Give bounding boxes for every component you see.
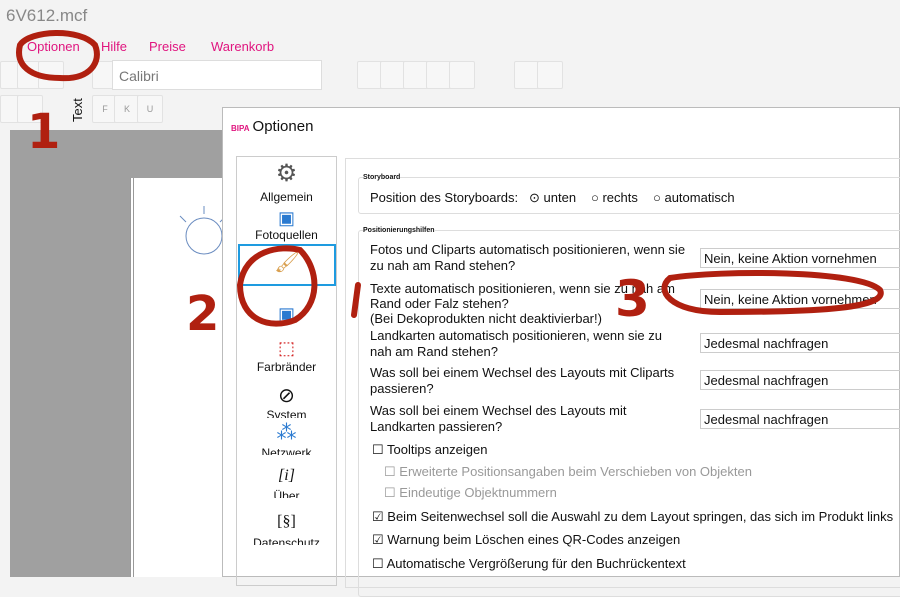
checkbox-objektnummern[interactable]: ☐ Eindeutige Objektnummern [384,485,557,501]
sidebar-label: Über [273,489,300,498]
setting-question: Was soll bei einem Wechsel des Layouts m… [370,365,674,397]
sidebar-label: Datenschutz [253,536,320,545]
globe-button[interactable] [537,61,563,89]
options-sidebar: ⚙ Allgemein ▣ Fotoquellen 🖌 ▣ ⬚ Farbränder … [236,156,337,586]
underline-button[interactable]: U [137,95,163,123]
setting-select[interactable]: Jedesmal nachfragen [700,333,900,353]
q-line: (Bei Dekoprodukten nicht deaktivierbar!) [370,311,602,326]
bipa-logo: BIPA [231,124,250,133]
sidebar-label: Fotoquellen [255,228,318,242]
text-tab[interactable]: Text [70,98,85,122]
menu-preise[interactable]: Preise [149,39,186,54]
q-line: Was soll bei einem Wechsel des Layouts m… [370,365,675,380]
sidebar-item-netzwerk[interactable]: ⁂ Netzwerk [237,419,336,455]
info-icon: [i] [278,467,295,484]
font-select[interactable]: Calibri [112,60,322,90]
sidebar-item-datenschutz[interactable]: [§] Datenschutz [237,507,336,545]
checkbox-label: Erweiterte Positionsangaben beim Verschi… [399,464,752,479]
setting-select[interactable]: Jedesmal nachfragen [700,370,900,390]
setting-select[interactable]: Jedesmal nachfragen [700,409,900,429]
gear-icon: ⚙ [275,160,298,187]
menu-hilfe[interactable]: Hilfe [101,39,127,54]
sidebar-item-farbraender[interactable]: ⬚ Farbränder [237,335,336,373]
sidebar-item-allgemein[interactable]: ⚙ Allgemein [237,157,336,207]
q-line: Was soll bei einem Wechsel des Layouts m… [370,403,627,418]
brush-icon: 🖌 [274,252,300,274]
storyboard-label: Position des Storyboards: [370,190,519,205]
checkbox-seitenwechsel[interactable]: ☑ Beim Seitenwechsel soll die Auswahl zu… [372,509,893,525]
radio-unten[interactable]: ⊙ unten [529,190,576,206]
group-legend: Positionierungshilfen [363,227,435,234]
menu-warenkorb[interactable]: Warenkorb [211,39,274,54]
checkbox-label: Eindeutige Objektnummern [399,485,557,500]
setting-question: Was soll bei einem Wechsel des Layouts m… [370,403,627,435]
q-line: Landkarten passieren? [370,419,503,434]
storyboard-group: Storyboard Position des Storyboards: ⊙ u… [358,174,900,214]
setting-question: Landkarten automatisch positionieren, we… [370,328,662,360]
toolbar-button[interactable] [449,61,475,89]
q-line: Texte automatisch positionieren, wenn si… [370,281,675,296]
setting-question: Texte automatisch positionieren, wenn si… [370,281,675,326]
checkbox-positionsangaben[interactable]: ☐ Erweiterte Positionsangaben beim Versc… [384,464,752,480]
sidebar-label: Farbränder [256,360,317,373]
setting-question: Fotos und Cliparts automatisch positioni… [370,242,685,274]
network-icon: ⁂ [276,422,297,444]
checkbox-label: Beim Seitenwechsel soll die Auswahl zu d… [387,509,894,524]
radio-automatisch[interactable]: ○ automatisch [653,190,735,205]
checkbox-label: Tooltips anzeigen [387,442,488,457]
q-line: zu nah am Rand stehen? [370,258,516,273]
sidebar-item-ueber[interactable]: [i] Über [237,462,336,498]
radio-label: automatisch [664,190,735,205]
checkbox-buchruecken[interactable]: ☐ Automatische Vergrößerung für den Buch… [372,556,686,572]
checkbox-label: Warnung beim Löschen eines QR-Codes anze… [387,532,681,547]
system-icon: ⊘ [278,385,295,407]
delete-button[interactable] [17,95,43,123]
sidebar-label: Allgemein [260,190,313,204]
radio-label: unten [543,190,577,205]
q-line: nah am Rand stehen? [370,344,498,359]
q-line: Rand oder Falz stehen? [370,296,509,311]
sidebar-item-system[interactable]: ⊘ System [237,383,336,418]
options-content: Storyboard Position des Storyboards: ⊙ u… [345,158,900,597]
q-line: Landkarten automatisch positionieren, we… [370,328,662,343]
checkbox-tooltips[interactable]: ☐ Tooltips anzeigen [372,442,488,458]
paragraph-icon: [§] [277,513,296,530]
sidebar-item-fotoquellen[interactable]: ▣ Fotoquellen [237,207,336,243]
setting-select[interactable]: Nein, keine Aktion vornehmen [700,248,900,268]
radio-rechts[interactable]: ○ rechts [591,190,638,205]
image-icon: ▣ [277,208,295,228]
sidebar-label: Netzwerk [261,446,312,455]
setting-select[interactable]: Nein, keine Aktion vornehmen [700,289,900,309]
sidebar-label: System [266,408,307,418]
q-line: Fotos und Cliparts automatisch positioni… [370,242,686,257]
radio-label: rechts [602,190,638,205]
frame-icon: ⬚ [277,338,295,358]
sun-clipart-icon [179,206,227,255]
dialog-title-text: Optionen [252,118,314,135]
toolbar-button[interactable] [38,61,64,89]
window-title: 6V612.mcf [6,6,88,25]
group-legend: Storyboard [363,174,401,181]
sidebar-item-selected[interactable]: 🖌 [238,244,336,286]
q-line: passieren? [370,381,434,396]
menu-optionen[interactable]: Optionen [27,39,80,54]
checkbox-label: Automatische Vergrößerung für den Buchrü… [386,556,686,571]
checkbox-qr-warnung[interactable]: ☑ Warnung beim Löschen eines QR-Codes an… [372,532,680,548]
page-preview[interactable] [130,178,227,577]
options-dialog: BIPA Optionen ⚙ Allgemein ▣ Fotoquellen 🖌 ▣… [222,107,900,597]
image-icon: ▣ [277,304,295,324]
sidebar-item-image[interactable]: ▣ [237,297,336,327]
dialog-title: BIPA Optionen [231,118,313,135]
